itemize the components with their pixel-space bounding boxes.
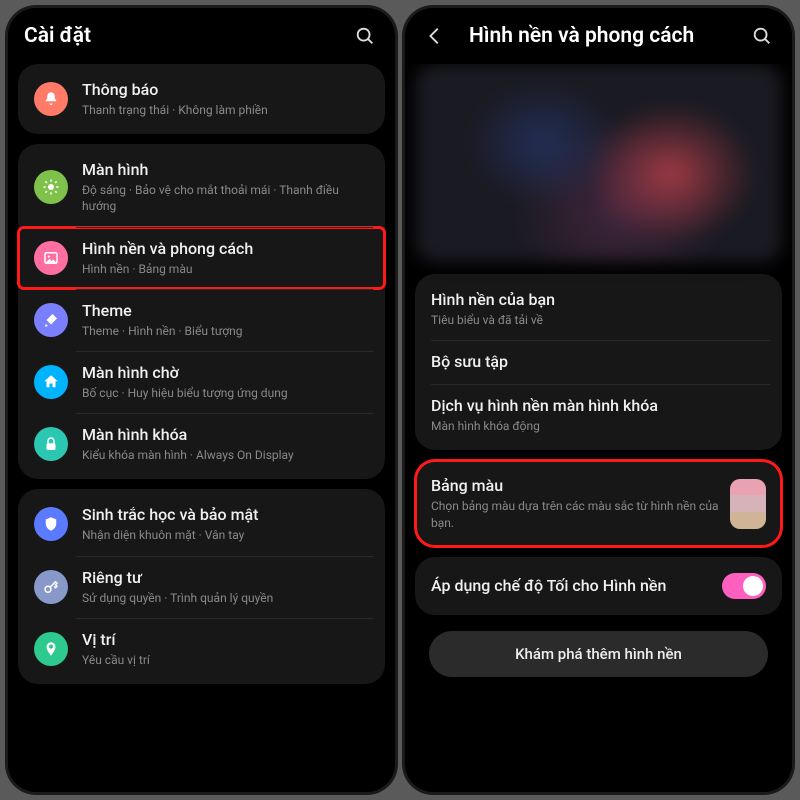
wallpaper-sources-card: Hình nền của bạn Tiêu biểu và đã tải về Bộ…	[415, 274, 782, 450]
wallpaper-header: Hình nền và phong cách	[405, 8, 792, 64]
brightness-icon	[34, 170, 68, 204]
settings-row[interactable]: Màn hình chờ Bố cục · Huy hiệu biểu tượng…	[18, 351, 385, 413]
page-title: Hình nền và phong cách	[469, 24, 736, 48]
toggle-switch[interactable]	[722, 573, 766, 599]
bell-icon	[34, 82, 68, 116]
wallpaper-source-row[interactable]: Hình nền của bạn Tiêu biểu và đã tải về	[415, 278, 782, 340]
wallpaper-source-row[interactable]: Bộ sưu tập	[415, 340, 782, 384]
row-subtitle: Thanh trạng thái · Không làm phiền	[82, 102, 369, 118]
row-subtitle: Bố cục · Huy hiệu biểu tượng ứng dụng	[82, 385, 369, 401]
picture-icon	[34, 241, 68, 275]
search-icon[interactable]	[351, 22, 379, 50]
row-subtitle: Chọn bảng màu dựa trên các màu sắc từ hì…	[431, 498, 730, 530]
row-title: Dịch vụ hình nền màn hình khóa	[431, 396, 766, 416]
row-title: Hình nền và phong cách	[82, 239, 369, 259]
row-title: Hình nền của bạn	[431, 290, 766, 310]
home-icon	[34, 365, 68, 399]
brush-icon	[34, 303, 68, 337]
dark-mode-toggle-row[interactable]: Áp dụng chế độ Tối cho Hình nền	[415, 561, 782, 611]
palette-swatch-icon	[730, 479, 766, 529]
row-title: Thông báo	[82, 80, 369, 100]
row-title: Sinh trắc học và bảo mật	[82, 505, 369, 525]
row-title: Vị trí	[82, 630, 369, 650]
explore-wallpapers-button[interactable]: Khám phá thêm hình nền	[429, 631, 768, 677]
settings-group: Màn hìnhĐộ sáng · Bảo vệ cho mắt thoải m…	[18, 144, 385, 479]
settings-row[interactable]: Hình nền và phong cách Hình nền · Bảng mà…	[18, 227, 385, 289]
settings-group: Sinh trắc học và bảo mật Nhận diện khuôn …	[18, 489, 385, 684]
lock-icon	[34, 427, 68, 461]
settings-screen: Cài đặt Thông báo Thanh trạng thái · Khôn…	[8, 8, 395, 792]
settings-row[interactable]: Vị trí Yêu cầu vị trí	[18, 618, 385, 680]
row-title: Màn hình chờ	[82, 363, 369, 383]
shield-icon	[34, 507, 68, 541]
settings-row[interactable]: Theme Theme · Hình nền · Biểu tượng	[18, 289, 385, 351]
wallpaper-style-screen: Hình nền và phong cách Hình nền của bạn T…	[405, 8, 792, 792]
settings-row[interactable]: Sinh trắc học và bảo mật Nhận diện khuôn …	[18, 493, 385, 555]
row-subtitle: Tiêu biểu và đã tải về	[431, 312, 766, 328]
row-subtitle: Kiểu khóa màn hình · Always On Display	[82, 447, 369, 463]
row-title: Áp dụng chế độ Tối cho Hình nền	[431, 576, 722, 596]
row-subtitle: Hình nền · Bảng màu	[82, 261, 369, 277]
color-palette-row[interactable]: Bảng màu Chọn bảng màu dựa trên các màu …	[415, 464, 782, 542]
row-title: Bảng màu	[431, 476, 730, 496]
settings-row[interactable]: Màn hìnhĐộ sáng · Bảo vệ cho mắt thoải m…	[18, 148, 385, 226]
pin-icon	[34, 632, 68, 666]
row-subtitle: Nhận diện khuôn mặt · Vân tay	[82, 527, 369, 543]
row-subtitle: Sử dụng quyền · Trình quản lý quyền	[82, 590, 369, 606]
settings-row[interactable]: Thông báo Thanh trạng thái · Không làm ph…	[18, 68, 385, 130]
row-title: Màn hình khóa	[82, 425, 369, 445]
color-palette-card: Bảng màu Chọn bảng màu dựa trên các màu …	[415, 460, 782, 546]
settings-header: Cài đặt	[8, 8, 395, 64]
row-title: Riêng tư	[82, 568, 369, 588]
wallpaper-preview[interactable]	[415, 64, 782, 262]
page-title: Cài đặt	[24, 24, 339, 48]
wallpaper-source-row[interactable]: Dịch vụ hình nền màn hình khóa Màn hình k…	[415, 384, 782, 446]
settings-group: Thông báo Thanh trạng thái · Không làm ph…	[18, 64, 385, 134]
row-subtitle: Yêu cầu vị trí	[82, 652, 369, 668]
row-title: Màn hình	[82, 160, 369, 180]
row-subtitle: Độ sáng · Bảo vệ cho mắt thoải mái · Tha…	[82, 182, 369, 214]
settings-row[interactable]: Riêng tư Sử dụng quyền · Trình quản lý qu…	[18, 556, 385, 618]
back-icon[interactable]	[421, 22, 449, 50]
search-icon[interactable]	[748, 22, 776, 50]
row-subtitle: Theme · Hình nền · Biểu tượng	[82, 323, 369, 339]
dark-mode-wallpaper-card: Áp dụng chế độ Tối cho Hình nền	[415, 557, 782, 615]
settings-row[interactable]: Màn hình khóa Kiểu khóa màn hình · Always…	[18, 413, 385, 475]
row-subtitle: Màn hình khóa động	[431, 418, 766, 434]
row-title: Theme	[82, 301, 369, 321]
row-title: Bộ sưu tập	[431, 352, 766, 372]
key-icon	[34, 570, 68, 604]
